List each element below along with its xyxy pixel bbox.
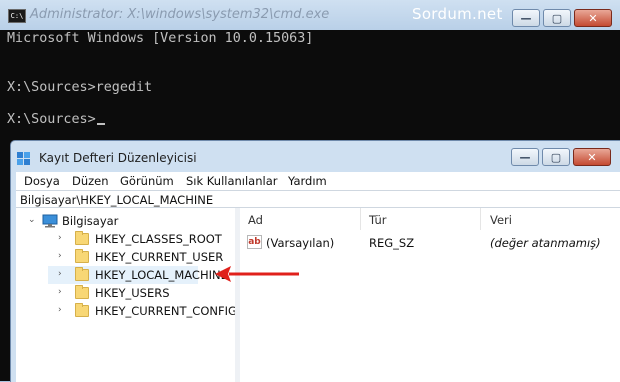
folder-icon xyxy=(75,267,89,281)
menu-dosya[interactable]: Dosya xyxy=(24,174,60,188)
column-header-type[interactable]: Tür xyxy=(369,213,386,227)
close-icon: ✕ xyxy=(588,11,598,25)
console-line-version: Microsoft Windows [Version 10.0.15063] xyxy=(7,31,314,46)
registry-tree: ⌄ Bilgisayar › HKEY_CLASSES_ROOT › HKEY_… xyxy=(16,208,237,382)
values-list: Ad Tür Veri ab (Varsayılan) REG_SZ (değe… xyxy=(240,208,620,382)
value-name: (Varsayılan) xyxy=(266,236,335,250)
regedit-icon xyxy=(17,152,30,165)
tree-label-hkcu: HKEY_CURRENT_USER xyxy=(95,250,224,264)
regedit-window: Kayıt Defteri Düzenleyicisi — ▢ ✕ Dosya … xyxy=(10,140,620,382)
string-value-icon: ab xyxy=(247,235,262,249)
tree-node-hklm[interactable]: › HKEY_LOCAL_MACHINE xyxy=(16,266,235,284)
watermark-brand: Sordum.net xyxy=(412,5,503,23)
value-data: (değer atanmamış) xyxy=(490,236,601,250)
cmd-maximize-button[interactable]: ▢ xyxy=(543,9,571,27)
minimize-icon: — xyxy=(519,150,531,164)
expand-closed-icon[interactable]: › xyxy=(58,252,66,261)
maximize-icon: ▢ xyxy=(551,11,563,25)
tree-label-hkcc: HKEY_CURRENT_CONFIG xyxy=(95,304,237,318)
console-prompt: X:\Sources> xyxy=(7,112,96,127)
expand-closed-icon[interactable]: › xyxy=(58,270,66,279)
tree-node-hkcr[interactable]: › HKEY_CLASSES_ROOT xyxy=(16,230,235,248)
tree-label-hklm: HKEY_LOCAL_MACHINE xyxy=(95,268,228,282)
regedit-minimize-button[interactable]: — xyxy=(511,148,539,166)
tree-node-computer[interactable]: ⌄ Bilgisayar xyxy=(16,212,235,230)
minimize-icon: — xyxy=(520,11,532,25)
expand-open-icon[interactable]: ⌄ xyxy=(28,216,36,225)
regedit-maximize-button[interactable]: ▢ xyxy=(542,148,570,166)
tree-node-hkcu[interactable]: › HKEY_CURRENT_USER xyxy=(16,248,235,266)
column-divider[interactable] xyxy=(360,208,361,230)
folder-icon xyxy=(75,303,89,317)
computer-icon xyxy=(42,214,58,228)
column-header-name[interactable]: Ad xyxy=(248,213,263,227)
column-header-data[interactable]: Veri xyxy=(490,213,512,227)
console-line-command: X:\Sources>regedit xyxy=(7,80,153,95)
cmd-icon: C:\ xyxy=(8,9,26,23)
value-type: REG_SZ xyxy=(369,236,415,250)
close-icon: ✕ xyxy=(587,150,597,164)
tree-label-hku: HKEY_USERS xyxy=(95,286,170,300)
address-bar[interactable]: Bilgisayar\HKEY_LOCAL_MACHINE xyxy=(16,190,620,208)
expand-closed-icon[interactable]: › xyxy=(58,306,66,315)
menu-sik-kullanilanlar[interactable]: Sık Kullanılanlar xyxy=(186,174,278,188)
regedit-title: Kayıt Defteri Düzenleyicisi xyxy=(39,151,197,165)
folder-icon xyxy=(75,231,89,245)
cmd-titlebar[interactable]: C:\ Administrator: X:\windows\system32\c… xyxy=(0,0,620,30)
tree-label-computer: Bilgisayar xyxy=(62,214,119,228)
tree-label-hkcr: HKEY_CLASSES_ROOT xyxy=(95,232,222,246)
menu-yardim[interactable]: Yardım xyxy=(288,174,327,188)
expand-closed-icon[interactable]: › xyxy=(58,234,66,243)
tree-node-hku[interactable]: › HKEY_USERS xyxy=(16,284,235,302)
console-cursor xyxy=(96,123,105,125)
cmd-close-button[interactable]: ✕ xyxy=(574,9,612,27)
folder-icon xyxy=(75,249,89,263)
regedit-close-button[interactable]: ✕ xyxy=(573,148,611,166)
column-divider[interactable] xyxy=(480,208,481,230)
console-line-prompt: X:\Sources> xyxy=(7,112,105,127)
folder-icon xyxy=(75,285,89,299)
cmd-title: Administrator: X:\windows\system32\cmd.e… xyxy=(30,7,330,22)
expand-closed-icon[interactable]: › xyxy=(58,288,66,297)
cmd-minimize-button[interactable]: — xyxy=(512,9,540,27)
menu-gorunum[interactable]: Görünüm xyxy=(120,174,174,188)
tree-node-hkcc[interactable]: › HKEY_CURRENT_CONFIG xyxy=(16,302,237,320)
maximize-icon: ▢ xyxy=(550,150,562,164)
arrow-icon xyxy=(215,266,299,282)
menu-bar: Dosya Düzen Görünüm Sık Kullanılanlar Ya… xyxy=(16,172,620,190)
menu-duzen[interactable]: Düzen xyxy=(72,174,109,188)
